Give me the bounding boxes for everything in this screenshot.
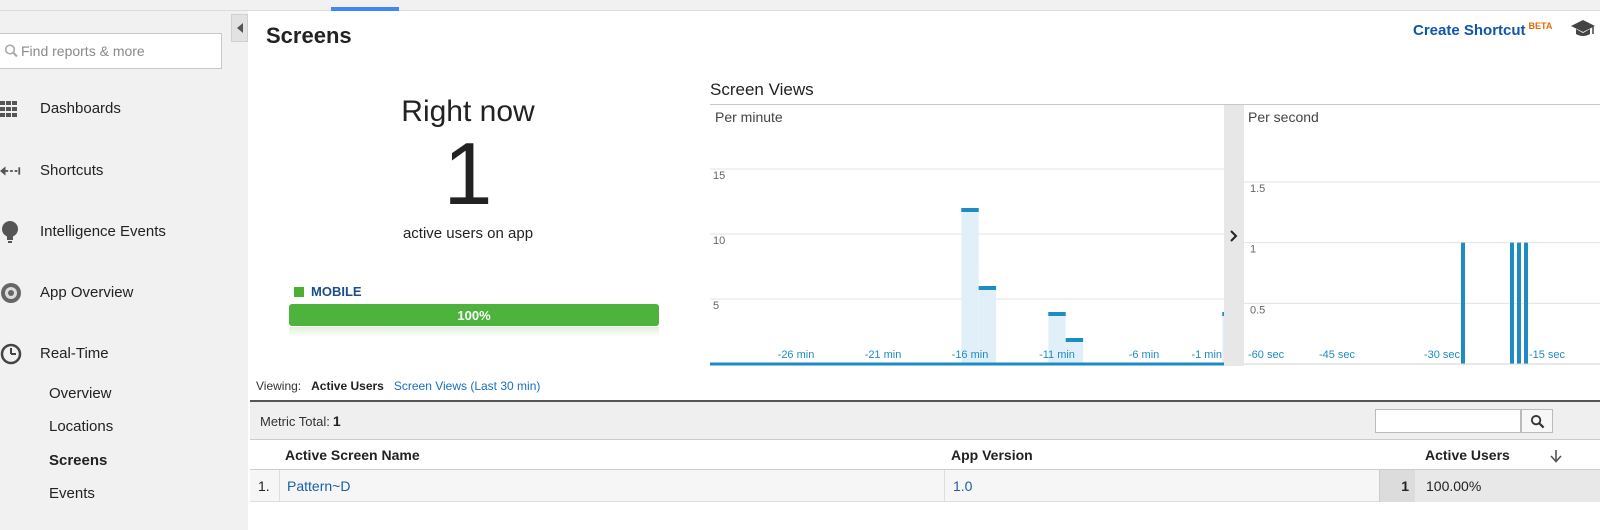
column-header-screen-name[interactable]: Active Screen Name bbox=[285, 447, 420, 463]
sidebar-subitem-screens[interactable]: Screens bbox=[49, 452, 107, 469]
bar-reflection bbox=[289, 327, 659, 337]
sidebar-item-label: App Overview bbox=[40, 283, 134, 301]
mobile-label: MOBILE bbox=[311, 284, 362, 299]
graduation-cap-icon[interactable] bbox=[1570, 19, 1596, 37]
mobile-legend: MOBILE bbox=[294, 284, 362, 299]
sidebar-item-real-time[interactable]: Real-Time bbox=[0, 338, 240, 368]
chevron-left-icon bbox=[236, 23, 243, 33]
x-tick-label: -21 min bbox=[865, 349, 902, 361]
metric-total: Metric Total: 1 bbox=[260, 413, 341, 429]
bar bbox=[1524, 242, 1528, 364]
sidebar: Dashboards Shortcuts Intelligence Events bbox=[0, 11, 248, 530]
search-box[interactable] bbox=[0, 33, 222, 69]
x-tick-label: -60 sec bbox=[1248, 349, 1285, 361]
x-tick-label: -16 min bbox=[952, 349, 989, 361]
table-search-input[interactable] bbox=[1375, 409, 1521, 433]
beta-badge: BETA bbox=[1528, 21, 1553, 31]
metric-total-bar: Metric Total: 1 bbox=[250, 400, 1600, 440]
right-now-panel: Right now 1 active users on app bbox=[338, 95, 598, 242]
metric-total-label: Metric Total: bbox=[260, 414, 330, 429]
column-header-app-version[interactable]: App Version bbox=[951, 447, 1033, 463]
bar bbox=[1065, 338, 1084, 342]
lightbulb-icon bbox=[0, 221, 22, 243]
clock-icon bbox=[0, 343, 22, 365]
chevron-right-icon bbox=[1230, 229, 1238, 242]
bar bbox=[1461, 242, 1465, 364]
sidebar-item-label: Intelligence Events bbox=[40, 222, 166, 240]
y-tick-label: 1 bbox=[1250, 244, 1256, 256]
legend-swatch bbox=[294, 286, 304, 297]
per-second-title: Per second bbox=[1248, 109, 1319, 125]
sidebar-subitem-locations[interactable]: Locations bbox=[49, 418, 113, 435]
app-version-link[interactable]: 1.0 bbox=[945, 470, 1379, 502]
grid-icon bbox=[0, 98, 22, 120]
bar bbox=[961, 208, 979, 212]
bar-background bbox=[961, 208, 979, 364]
sidebar-item-dashboards[interactable]: Dashboards bbox=[0, 93, 240, 123]
metric-total-value: 1 bbox=[332, 413, 341, 429]
per-minute-title: Per minute bbox=[715, 109, 783, 125]
screen-views-title: Screen Views bbox=[710, 80, 814, 99]
bar bbox=[978, 286, 997, 290]
per-minute-chart: Per minute 15 10 5 -26 min -21 min -16 min -11… bbox=[710, 109, 1240, 366]
x-tick-label: -30 sec bbox=[1424, 349, 1461, 361]
x-tick-label: -6 min bbox=[1129, 349, 1160, 361]
create-shortcut-link[interactable]: Create Shortcut BETA bbox=[1413, 21, 1553, 39]
sidebar-item-shortcuts[interactable]: Shortcuts bbox=[0, 155, 240, 185]
viewing-option-screen-views[interactable]: Screen Views (Last 30 min) bbox=[394, 379, 541, 393]
create-shortcut-label: Create Shortcut bbox=[1413, 22, 1526, 39]
sidebar-item-label: Real-Time bbox=[40, 344, 109, 362]
y-tick-label: 10 bbox=[713, 235, 725, 247]
top-strip bbox=[0, 0, 1600, 11]
sidebar-item-label: Dashboards bbox=[40, 99, 121, 117]
circle-icon bbox=[0, 282, 22, 304]
sidebar-item-intelligence-events[interactable]: Intelligence Events bbox=[0, 216, 240, 246]
active-users-count: 1 bbox=[1379, 470, 1415, 502]
screen-name-link[interactable]: Pattern~D bbox=[280, 470, 945, 502]
expand-chart-button[interactable] bbox=[1224, 105, 1244, 366]
active-user-count: 1 bbox=[443, 124, 493, 223]
sidebar-item-label: Shortcuts bbox=[40, 161, 104, 179]
column-header-active-users[interactable]: Active Users bbox=[1425, 447, 1510, 463]
active-users-percent: 100.00% bbox=[1415, 470, 1600, 502]
page-title: Screens bbox=[266, 23, 352, 48]
x-tick-label: -45 sec bbox=[1319, 349, 1356, 361]
row-index: 1. bbox=[250, 470, 280, 502]
x-tick-label: -11 min bbox=[1039, 349, 1075, 361]
y-tick-label: 1.5 bbox=[1250, 183, 1265, 195]
search-icon bbox=[4, 44, 18, 58]
search-input[interactable] bbox=[21, 40, 217, 62]
search-icon bbox=[1530, 414, 1544, 428]
table-search-button[interactable] bbox=[1521, 409, 1553, 433]
y-tick-label: 5 bbox=[713, 300, 719, 312]
sidebar-subitem-events[interactable]: Events bbox=[49, 485, 95, 502]
main-content: Screens Create Shortcut BETA Right now 1 … bbox=[248, 11, 1600, 530]
sidebar-subitem-overview[interactable]: Overview bbox=[49, 385, 112, 402]
viewing-label: Viewing: bbox=[256, 379, 302, 393]
sidebar-item-app-overview[interactable]: App Overview bbox=[0, 277, 240, 307]
bar bbox=[1517, 242, 1521, 364]
active-users-subtitle: active users on app bbox=[402, 225, 534, 242]
y-tick-label: 15 bbox=[713, 170, 725, 182]
sort-descending-icon[interactable] bbox=[1550, 449, 1562, 463]
x-tick-label: -1 min bbox=[1191, 349, 1222, 361]
per-second-chart: Per second 1.5 1 0.5 -60 sec -45 sec -30 sec -… bbox=[1244, 109, 1600, 365]
x-tick-label: -26 min bbox=[778, 349, 815, 361]
table-header: Active Screen Name App Version Active Us… bbox=[250, 440, 1600, 470]
mobile-percentage-label: 100% bbox=[457, 307, 491, 323]
table-row: 1. Pattern~D 1.0 1 100.00% bbox=[250, 470, 1600, 502]
viewing-option-active-users[interactable]: Active Users bbox=[311, 379, 384, 406]
viewing-selector: Viewing: Active Users Screen Views (Last… bbox=[256, 379, 541, 406]
bar bbox=[1510, 242, 1514, 364]
bar bbox=[1048, 312, 1066, 316]
shortcut-arrow-icon bbox=[0, 160, 22, 182]
collapse-sidebar-button[interactable] bbox=[231, 14, 248, 42]
y-tick-label: 0.5 bbox=[1250, 304, 1265, 316]
x-tick-label: -15 sec bbox=[1529, 349, 1566, 361]
mobile-percentage-bar: 100% bbox=[289, 304, 659, 326]
